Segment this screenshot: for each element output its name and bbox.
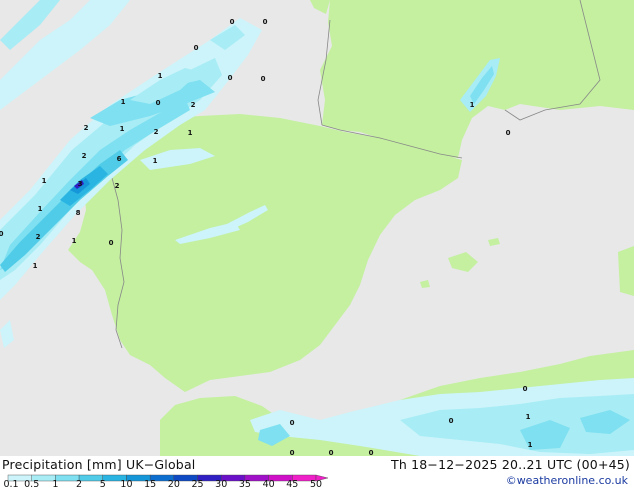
scale-label: 50 xyxy=(309,479,323,490)
scale-label: 45 xyxy=(286,479,299,490)
scale-label: 30 xyxy=(215,479,228,490)
map-value-label: 1 xyxy=(33,262,38,270)
precipitation-map: 0 0 0 1 0 0 1 0 2 2 1 2 1 2 6 1 1 3 2 1 8 0 2 1 0 1 1 0 0 0 0 1 0 0 0 1 xyxy=(0,0,634,456)
map-value-label: 1 xyxy=(42,177,47,185)
scale-label: 10 xyxy=(120,479,133,490)
map-value-label: 0 xyxy=(230,18,235,26)
scale-label: 2 xyxy=(76,479,83,490)
map-value-label: 1 xyxy=(470,101,475,109)
map-value-label: 2 xyxy=(154,128,159,136)
map-value-label: 0 xyxy=(194,44,199,52)
site-credit-link[interactable]: ©weatheronline.co.uk xyxy=(506,474,628,487)
map-value-label: 0 xyxy=(261,75,266,83)
map-value-label: 2 xyxy=(82,152,87,160)
scale-label: 35 xyxy=(238,479,251,490)
map-value-label: 1 xyxy=(188,129,193,137)
map-value-label: 0 xyxy=(290,449,295,456)
scale-label: 5 xyxy=(99,479,106,490)
map-value-label: 0 xyxy=(523,385,528,393)
map-value-label: 8 xyxy=(76,209,81,217)
map-value-label: 2 xyxy=(84,124,89,132)
land-sardinia xyxy=(618,246,634,296)
map-value-label: 2 xyxy=(191,101,196,109)
map-value-label: 0 xyxy=(449,417,454,425)
scale-label: 0.5 xyxy=(24,479,40,490)
map-value-label: 1 xyxy=(158,72,163,80)
map-value-label: 1 xyxy=(153,157,158,165)
scale-label: 40 xyxy=(262,479,275,490)
map-value-label: 0 xyxy=(290,419,295,427)
precipitation-scale-labels: 0.1 0.5 1 2 5 10 15 20 25 30 35 40 45 50 xyxy=(0,480,340,490)
map-value-label: 0 xyxy=(263,18,268,26)
map-value-label: 0 xyxy=(156,99,161,107)
map-value-label: 1 xyxy=(72,237,77,245)
map-value-label: 3 xyxy=(78,180,83,188)
map-value-label: 1 xyxy=(526,413,531,421)
valid-time: Th 18−12−2025 20..21 UTC (00+45) xyxy=(391,457,630,472)
map-value-label: 2 xyxy=(115,182,120,190)
map-value-label: 1 xyxy=(38,205,43,213)
map-value-label: 0 xyxy=(109,239,114,247)
map-value-label: 0 xyxy=(228,74,233,82)
scale-label: 20 xyxy=(167,479,180,490)
map-value-label: 2 xyxy=(36,233,41,241)
map-title: Precipitation [mm] UK−Global xyxy=(2,457,196,472)
scale-label: 25 xyxy=(191,479,204,490)
map-value-label: 0 xyxy=(369,449,374,456)
map-value-label: 6 xyxy=(117,155,122,163)
scale-label: 0.1 xyxy=(3,479,19,490)
scale-label: 1 xyxy=(52,479,59,490)
weather-map-view: 000100102212126113218021011000010001 Pre… xyxy=(0,0,634,490)
map-value-label: 0 xyxy=(0,230,4,238)
map-value-label: 0 xyxy=(329,449,334,456)
map-value-label: 1 xyxy=(120,125,125,133)
map-value-label: 0 xyxy=(506,129,511,137)
map-value-label: 1 xyxy=(121,98,126,106)
scale-label: 15 xyxy=(144,479,157,490)
map-value-label: 1 xyxy=(528,441,533,449)
